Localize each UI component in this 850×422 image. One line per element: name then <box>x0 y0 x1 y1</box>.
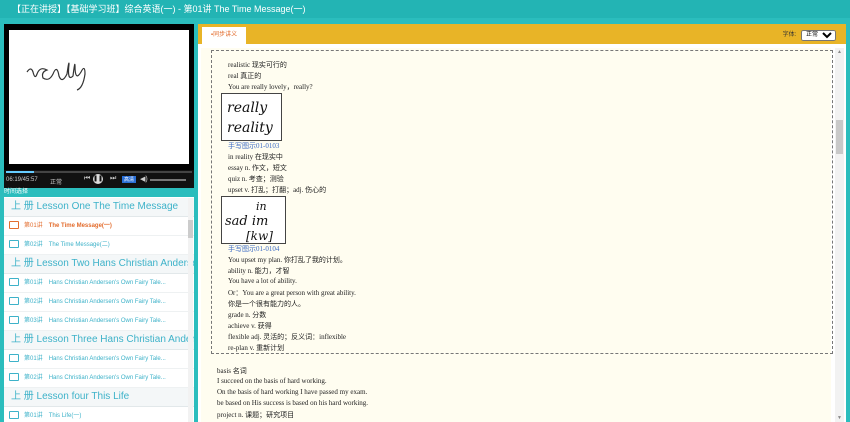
font-label: 字体: <box>782 32 797 38</box>
video-icon <box>9 316 19 325</box>
next-icon[interactable]: ⏭ <box>110 175 116 183</box>
font-size-select[interactable]: 正常 <box>801 29 836 41</box>
handwriting-sadim: in sad im [kw] <box>225 200 273 243</box>
handwriting-figure-0104: in sad im [kw] <box>221 196 286 244</box>
video-icon <box>9 240 19 249</box>
lesson-section-header[interactable]: 上 册 Lesson four This Life <box>4 388 194 407</box>
notes-content: realistic 现实可行的 real 真正的 You are really … <box>201 48 833 422</box>
note-line: You have a lot of ability. <box>228 277 297 285</box>
note-line: upset v. 打乱；打翻；adj. 伤心的 <box>228 186 327 194</box>
handwriting-figure-0103: really reality <box>221 93 282 141</box>
note-line: re-plan v. 重新计划 <box>228 344 285 352</box>
player-controls: 06:19/45:57 正常 ⏮ ❚❚ ⏭ 高清 ◀) <box>4 170 194 188</box>
lesson-section-header[interactable]: 上 册 Lesson Three Hans Christian Andersen <box>4 331 194 350</box>
lesson-section-header[interactable]: 上 册 Lesson Two Hans Christian Andersen <box>4 255 194 274</box>
scroll-down-icon[interactable]: ▼ <box>835 414 844 422</box>
note-line: in reality 在现实中 <box>228 153 283 161</box>
note-line: You are really lovely，really? <box>228 83 313 91</box>
lesson-item[interactable]: 第01讲 This Life(一) <box>4 407 194 422</box>
video-icon <box>9 297 19 306</box>
hd-button[interactable]: 高清 <box>122 176 137 183</box>
lesson-item[interactable]: 第02讲 Hans Christian Andersen's Own Fairy … <box>4 293 194 312</box>
video-icon <box>9 354 19 363</box>
note-line: You upset my plan. 你打乱了我的计划。 <box>228 256 347 264</box>
handwriting-caption: 手写图示01-0103 <box>228 142 280 150</box>
handwriting-really <box>26 62 86 91</box>
lesson-item[interactable]: 第01讲 The Time Message(一) <box>4 217 194 236</box>
notes-scrollbar[interactable]: ▲ ▼ <box>835 48 844 422</box>
tab-notes[interactable]: ▪同步讲义 <box>202 27 246 44</box>
volume-slider[interactable] <box>150 179 186 181</box>
svg-text:[kw]: [kw] <box>246 229 273 243</box>
video-icon <box>9 373 19 382</box>
lesson-item[interactable]: 第01讲 Hans Christian Andersen's Own Fairy … <box>4 274 194 293</box>
video-icon <box>9 411 19 420</box>
note-line: realistic 现实可行的 <box>228 61 287 69</box>
lesson-list: 上 册 Lesson One The Time Message 第01讲 The … <box>4 198 194 422</box>
video-icon <box>9 278 19 287</box>
pause-icon[interactable]: ❚❚ <box>93 174 103 184</box>
lesson-item[interactable]: 第02讲 The Time Message(二) <box>4 236 194 255</box>
video-icon <box>9 221 19 230</box>
note-line: achieve v. 获得 <box>228 322 272 330</box>
lesson-item[interactable]: 第02讲 Hans Christian Andersen's Own Fairy … <box>4 369 194 388</box>
scroll-thumb[interactable] <box>836 120 843 154</box>
note-line: Or：You are a great person with great abi… <box>228 289 356 297</box>
note-line: 你是一个很有能力的人。 <box>228 300 305 308</box>
note-line: be based on His success is based on his … <box>217 399 369 407</box>
lesson-item[interactable]: 第01讲 Hans Christian Andersen's Own Fairy … <box>4 350 194 369</box>
handwriting-really-reality: really reality <box>227 100 274 136</box>
svg-text:sad im: sad im <box>225 214 268 229</box>
svg-text:really: really <box>227 100 268 116</box>
note-line: real 真正的 <box>228 72 262 80</box>
window-title: 【正在讲授】【基础学习班】综合英语(一) - 第01讲 The Time Mes… <box>12 4 306 14</box>
lesson-item[interactable]: 第03讲 Hans Christian Andersen's Own Fairy … <box>4 312 194 331</box>
note-line: quiz n. 考查；测验 <box>228 175 284 183</box>
previous-icon[interactable]: ⏮ <box>84 175 90 183</box>
time-select-link[interactable]: 时间选择 <box>4 188 194 197</box>
svg-text:reality: reality <box>227 120 274 136</box>
handwriting-caption: 手写图示01-0104 <box>228 245 280 253</box>
time-display: 06:19/45:57 <box>6 177 38 183</box>
playback-rate[interactable]: 正常 <box>50 177 62 186</box>
volume-icon[interactable]: ◀) <box>140 175 148 183</box>
note-line: project n. 课题；研究项目 <box>217 411 295 419</box>
notes-box: realistic 现实可行的 real 真正的 You are really … <box>211 50 833 354</box>
scroll-up-icon[interactable]: ▲ <box>835 48 844 56</box>
note-line: grade n. 分数 <box>228 311 267 319</box>
note-line: ability n. 能力，才智 <box>228 267 290 275</box>
note-line: essay n. 作文，短文 <box>228 164 287 172</box>
video-player[interactable]: 06:19/45:57 正常 ⏮ ❚❚ ⏭ 高清 ◀) <box>4 24 194 188</box>
video-screen[interactable] <box>9 30 189 164</box>
lesson-list-scrollbar[interactable] <box>188 198 193 422</box>
note-line: I succeed on the basis of hard working. <box>217 377 327 385</box>
lesson-section-header[interactable]: 上 册 Lesson One The Time Message <box>4 198 194 217</box>
font-size-control: 字体: 正常 <box>783 29 836 41</box>
progress-bar[interactable] <box>6 171 192 173</box>
window-title-bar: 【正在讲授】【基础学习班】综合英语(一) - 第01讲 The Time Mes… <box>0 0 850 18</box>
note-line: basis 名词 <box>217 367 247 375</box>
notes-panel: ▪同步讲义 字体: 正常 realistic 现实可行的 real 真正的 Yo… <box>198 24 846 422</box>
note-line: On the basis of hard working I have pass… <box>217 388 368 396</box>
svg-text:in: in <box>256 200 267 213</box>
note-line: flexible adj. 灵活的；反义词：inflexible <box>228 333 347 341</box>
video-sidebar: 06:19/45:57 正常 ⏮ ❚❚ ⏭ 高清 ◀) 时间选择 上 册 Les… <box>4 24 194 422</box>
notes-toolbar: ▪同步讲义 字体: 正常 <box>198 24 846 44</box>
